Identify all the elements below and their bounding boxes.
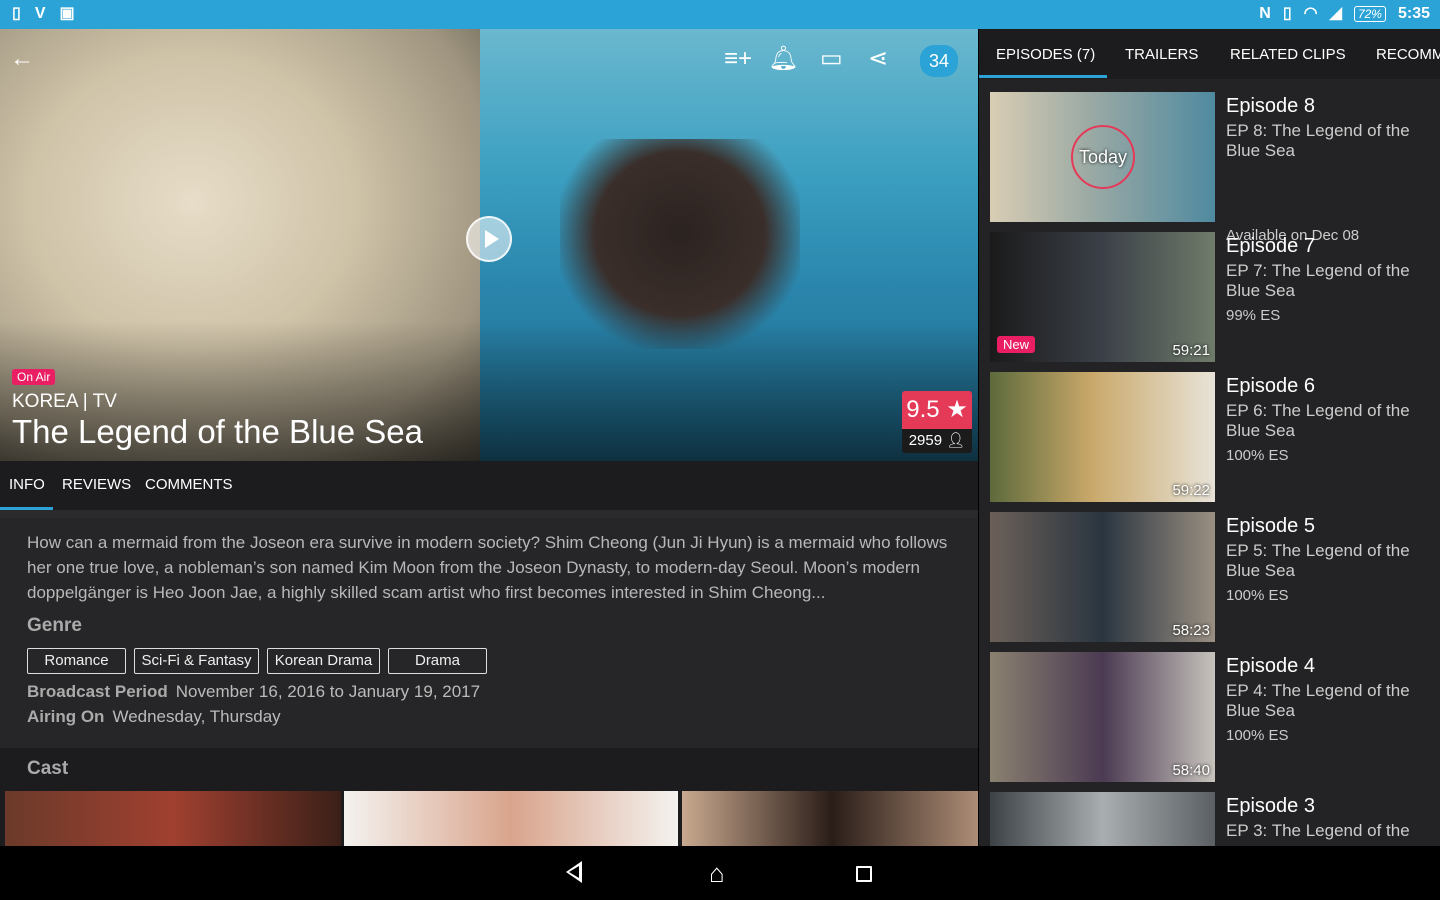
clock: 5:35 <box>1397 5 1430 22</box>
episode-tabs: EPISODES (7) TRAILERS RELATED CLIPS RECO… <box>979 29 1440 79</box>
episode-title: Episode 3 <box>1226 795 1315 817</box>
cast-list <box>5 791 978 846</box>
hero-image: ← ≡+ 🔔︎ ▭ ⋖ 34 On Air KOREA | TV The Leg… <box>0 29 978 461</box>
system-nav-bar: ⌂ <box>0 846 1440 900</box>
episode-thumbnail <box>990 792 1215 846</box>
episode-subtitle: EP 7: The Legend of the Blue Sea <box>1226 261 1410 300</box>
battery-indicator: 72% <box>1353 6 1386 22</box>
broadcast-period: Broadcast Period November 16, 2016 to Jan… <box>27 682 481 701</box>
episodes-panel: EPISODES (7) TRAILERS RELATED CLIPS RECO… <box>979 29 1440 846</box>
genre-chip[interactable]: Korean Drama <box>267 648 380 674</box>
episode-subtitle: EP 4: The Legend of the Blue Sea <box>1226 681 1410 720</box>
tab-trailers[interactable]: TRAILERS <box>1125 46 1198 63</box>
tab-info[interactable]: INFO <box>9 476 45 493</box>
episode-thumbnail: New 59:21 <box>990 232 1215 362</box>
rating-count: 2959 👤︎ <box>902 429 972 453</box>
episode-duration: 58:23 <box>1172 622 1210 639</box>
genre-heading: Genre <box>27 615 82 636</box>
back-arrow-icon[interactable]: ← <box>10 45 34 73</box>
episode-duration: 59:21 <box>1172 342 1210 359</box>
info-section: How can a mermaid from the Joseon era su… <box>0 518 978 748</box>
episode-subtitle: EP 5: The Legend of the Blue Sea <box>1226 541 1410 580</box>
genre-chip[interactable]: Drama <box>388 648 487 674</box>
tab-episodes[interactable]: EPISODES (7) <box>996 46 1095 63</box>
genre-chips: Romance Sci-Fi & Fantasy Korean Drama Dr… <box>27 648 487 674</box>
cast-icon[interactable]: ▭ <box>820 45 843 73</box>
nav-home-icon[interactable]: ⌂ <box>709 860 725 886</box>
vlive-icon: V <box>34 5 46 22</box>
episode-thumbnail: 59:22 <box>990 372 1215 502</box>
episode-thumbnail: 58:23 <box>990 512 1215 642</box>
episode-title: Episode 7 <box>1226 235 1315 257</box>
on-air-badge: On Air <box>12 369 56 385</box>
episode-title: Episode 4 <box>1226 655 1315 677</box>
episode-item[interactable]: 58:23 Episode 5 EP 5: The Legend of the … <box>990 512 1440 642</box>
episode-subtitle-progress: 100% ES <box>1226 727 1289 744</box>
cast-heading: Cast <box>27 758 69 779</box>
episode-item[interactable]: 58:40 Episode 4 EP 4: The Legend of the … <box>990 652 1440 782</box>
genre-chip[interactable]: Romance <box>27 648 126 674</box>
tab-recommended[interactable]: RECOMM <box>1376 46 1440 63</box>
tab-reviews[interactable]: REVIEWS <box>62 476 131 493</box>
episode-subtitle: EP 6: The Legend of the Blue Sea <box>1226 401 1410 440</box>
show-title: The Legend of the Blue Sea <box>12 413 423 450</box>
today-badge: Today <box>1071 125 1135 189</box>
episode-thumbnail: 58:40 <box>990 652 1215 782</box>
status-bar: ▯ V ▣ N ▯ ◠ ◢ 72% 5:35 <box>0 0 1440 29</box>
episode-item[interactable]: Episode 3 EP 3: The Legend of the <box>990 792 1440 846</box>
airing-days: Airing On Wednesday, Thursday <box>27 707 281 726</box>
tab-related-clips[interactable]: RELATED CLIPS <box>1230 46 1346 63</box>
episode-item[interactable]: Today Episode 8 EP 8: The Legend of the … <box>990 92 1440 244</box>
episode-item[interactable]: New 59:21 Episode 7 EP 7: The Legend of … <box>990 232 1440 362</box>
new-badge: New <box>997 336 1036 353</box>
episode-item[interactable]: 59:22 Episode 6 EP 6: The Legend of the … <box>990 372 1440 502</box>
play-button[interactable] <box>466 216 512 262</box>
nav-back-icon[interactable] <box>566 861 582 883</box>
rating-score: 9.5 ★ <box>902 391 972 429</box>
share-icon[interactable]: ⋖ <box>868 45 888 73</box>
episode-subtitle-progress: 100% ES <box>1226 587 1289 604</box>
tab-comments[interactable]: COMMENTS <box>145 476 233 493</box>
nav-recent-apps-icon[interactable] <box>856 866 872 882</box>
comments-count-badge[interactable]: 34 <box>920 45 958 77</box>
episode-thumbnail: Today <box>990 92 1215 222</box>
sim-card-icon: ▯ <box>12 5 21 22</box>
cast-photo[interactable] <box>682 791 978 846</box>
add-to-playlist-icon[interactable]: ≡+ <box>724 45 752 73</box>
signal-icon: ◢ <box>1329 5 1342 22</box>
bell-icon[interactable]: 🔔︎ <box>768 45 798 73</box>
person-icon: 👤︎ <box>946 432 966 449</box>
episode-subtitle: EP 3: The Legend of the <box>1226 821 1410 840</box>
cast-photo[interactable] <box>344 791 678 846</box>
episode-subtitle-progress: 100% ES <box>1226 447 1289 464</box>
show-detail-panel: ← ≡+ 🔔︎ ▭ ⋖ 34 On Air KOREA | TV The Leg… <box>0 29 978 846</box>
episode-title: Episode 5 <box>1226 515 1315 537</box>
episode-title: Episode 6 <box>1226 375 1315 397</box>
episode-duration: 58:40 <box>1172 762 1210 779</box>
detail-tabs: INFO REVIEWS COMMENTS <box>0 461 978 510</box>
episode-duration: 59:22 <box>1172 482 1210 499</box>
episode-title: Episode 8 <box>1226 95 1315 117</box>
active-tab-indicator <box>979 75 1107 78</box>
wifi-icon: ◠ <box>1303 5 1318 22</box>
genre-chip[interactable]: Sci-Fi & Fantasy <box>134 648 259 674</box>
episode-subtitle-progress: 99% ES <box>1226 307 1281 324</box>
rating-box[interactable]: 9.5 ★ 2959 👤︎ <box>902 391 972 453</box>
cast-photo[interactable] <box>5 791 341 846</box>
nfc-icon: N <box>1259 5 1271 22</box>
image-icon: ▣ <box>59 5 75 22</box>
country-type-label: KOREA | TV <box>12 391 117 412</box>
episode-subtitle: EP 8: The Legend of the Blue Sea <box>1226 121 1410 160</box>
synopsis[interactable]: How can a mermaid from the Joseon era su… <box>27 530 957 605</box>
sd-card-icon: ▯ <box>1282 5 1292 22</box>
